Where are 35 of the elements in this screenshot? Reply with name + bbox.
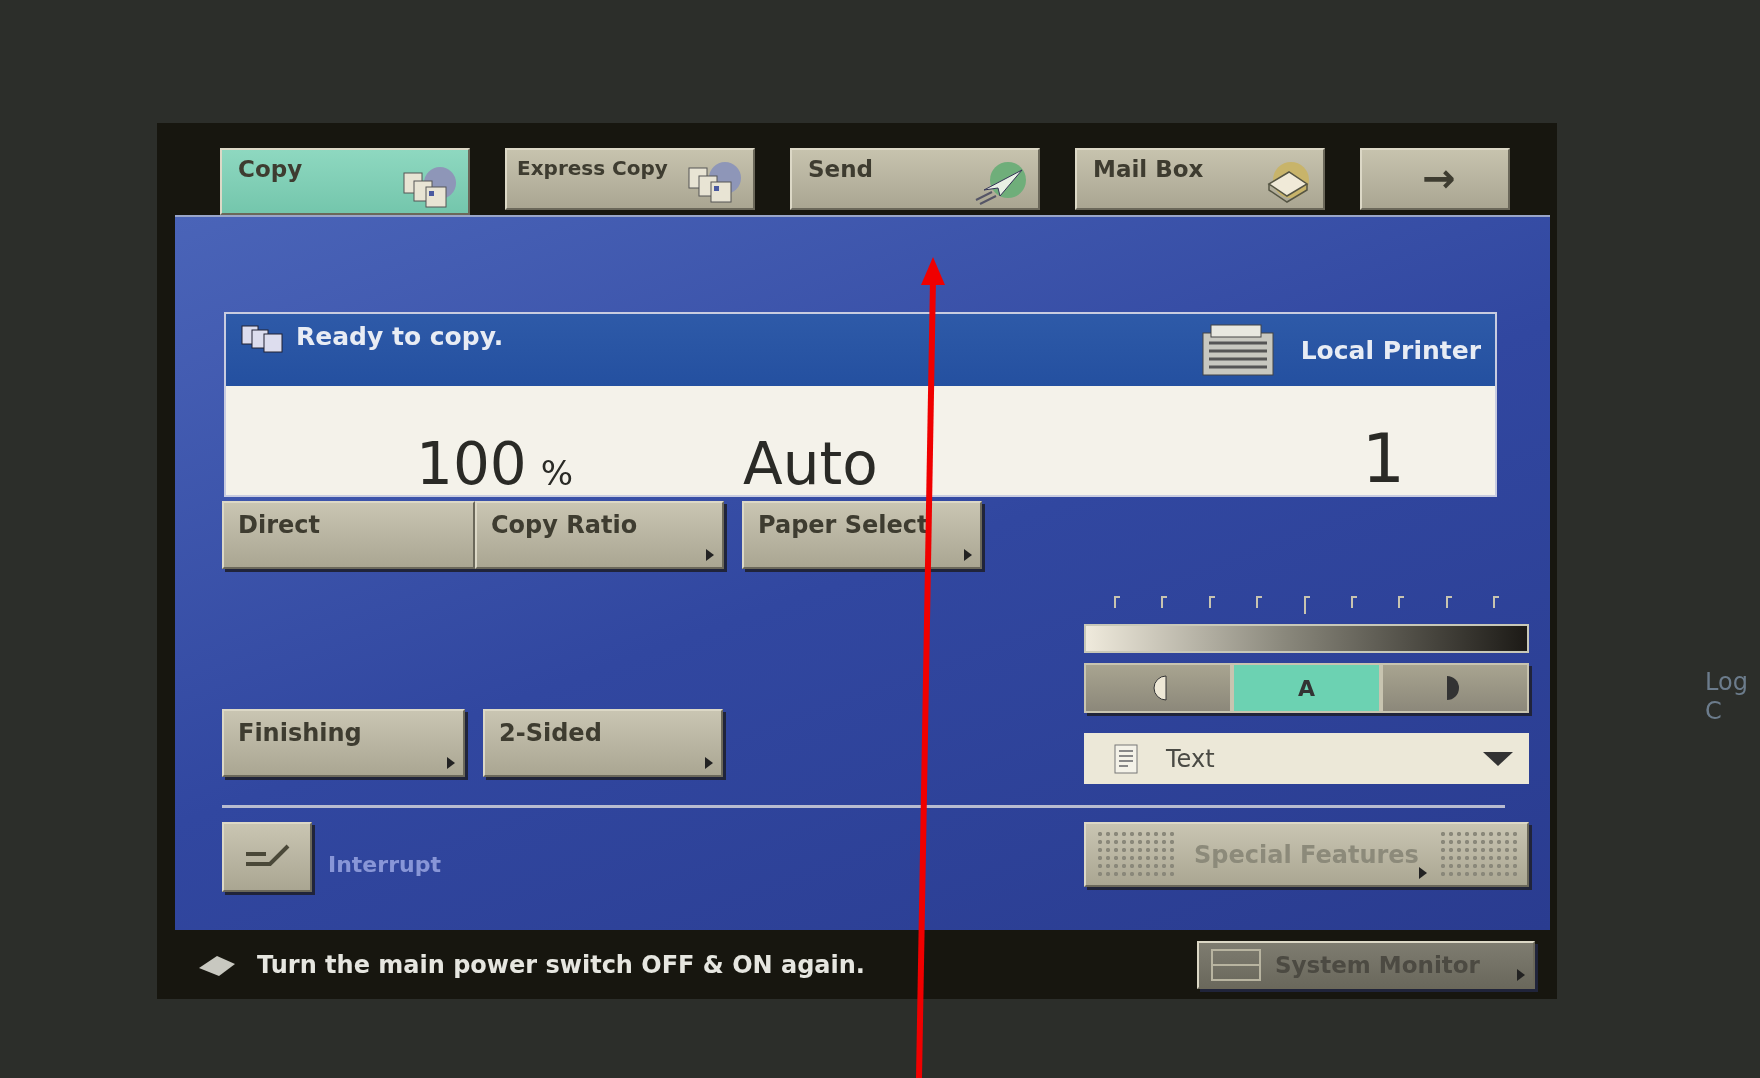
tab[interactable]: Mail Box <box>1075 148 1325 210</box>
interrupt-label: Interrupt <box>328 852 441 877</box>
copies-count: 1 <box>1361 425 1405 493</box>
document-icon <box>1114 743 1138 774</box>
caret-icon <box>964 549 972 561</box>
caret-icon <box>1419 867 1427 879</box>
tab[interactable]: Copy <box>220 148 470 215</box>
bezel-label: C <box>1705 696 1723 726</box>
density-mode-button[interactable] <box>1380 663 1529 713</box>
option-button[interactable]: Direct <box>222 501 475 569</box>
status-message: Ready to copy. <box>296 322 504 351</box>
caret-icon <box>1517 968 1525 981</box>
image-type-value: Text <box>1166 744 1215 773</box>
tab[interactable]: Express Copy <box>505 148 755 210</box>
copy-ratio-value: 100 <box>416 435 527 493</box>
tab[interactable]: Send <box>790 148 1040 210</box>
caret-icon <box>706 549 714 561</box>
density-mode-button[interactable]: A <box>1232 663 1381 713</box>
image-type-dropdown[interactable]: Text <box>1084 733 1529 784</box>
bezel-label: Log <box>1705 668 1748 697</box>
dropdown-caret-icon <box>1483 751 1513 766</box>
option-button[interactable]: Copy Ratio <box>475 501 724 569</box>
documents-icon <box>240 322 284 356</box>
option-button[interactable]: Paper Select <box>742 501 982 569</box>
interrupt-button[interactable] <box>222 822 312 892</box>
caret-icon <box>705 757 713 769</box>
paper-value: Auto <box>743 435 878 493</box>
monitor-icon <box>1211 948 1261 981</box>
status-message: Turn the main power switch OFF & ON again. <box>257 950 865 979</box>
option-button[interactable]: 2-Sided <box>483 709 723 777</box>
tab[interactable]: → <box>1360 148 1510 210</box>
ratio-unit: % <box>540 453 574 493</box>
caret-icon <box>447 757 455 769</box>
printer-name: Local Printer <box>1300 335 1481 365</box>
option-button[interactable]: Finishing <box>222 709 465 777</box>
